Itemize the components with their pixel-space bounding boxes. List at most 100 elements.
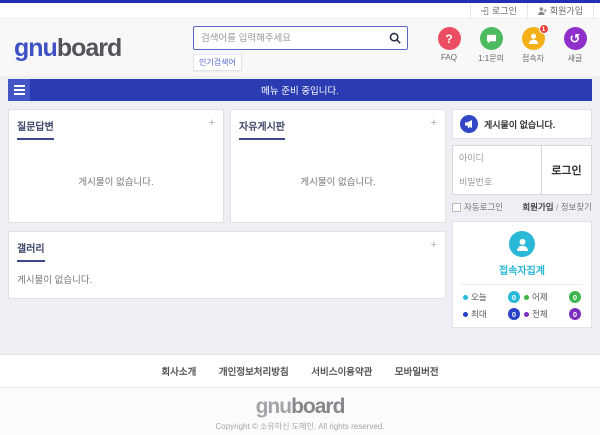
today-label: 오늘 bbox=[471, 291, 487, 303]
auto-login-checkbox[interactable] bbox=[452, 203, 461, 212]
footer-logo: gnuboard bbox=[0, 395, 600, 419]
search-area: 인기검색어 bbox=[193, 26, 408, 71]
site-logo[interactable]: gnuboard bbox=[14, 34, 121, 63]
header: gnuboard 인기검색어 ? FAQ 1:1문의 1 접속자 bbox=[0, 19, 600, 76]
quick-menu: ? FAQ 1:1문의 1 접속자 ↺ 새글 bbox=[432, 27, 592, 64]
qna-more-button[interactable]: + bbox=[209, 118, 215, 128]
total-label: 전체 bbox=[532, 308, 548, 320]
megaphone-icon bbox=[460, 115, 478, 133]
chat-bubble-icon bbox=[480, 27, 503, 50]
total-value: 0 bbox=[569, 308, 581, 320]
login-button[interactable]: 로그인 bbox=[541, 146, 591, 194]
max-value: 0 bbox=[508, 308, 520, 320]
signup-link[interactable]: 회원가입 bbox=[527, 3, 594, 18]
copyright-text: Copyright © 소유하신 도메인. All rights reserve… bbox=[0, 421, 600, 432]
visitor-stats-grid: 오늘 0 어제 0 최대 0 전체 0 bbox=[453, 291, 591, 320]
faq-icon: ? bbox=[438, 27, 461, 50]
auto-login-label: 자동로그인 bbox=[464, 201, 503, 213]
chat-bubble-glyph bbox=[486, 34, 497, 44]
person-glyph bbox=[528, 33, 539, 44]
stat-yesterday: 어제 0 bbox=[522, 291, 583, 303]
quick-faq[interactable]: ? FAQ bbox=[432, 27, 466, 64]
left-column: 질문답변 + 게시물이 없습니다. 자유게시판 + 게시물이 없습니다. 갤러리 bbox=[8, 109, 446, 299]
footer-links-bar: 회사소개 개인정보처리방침 서비스이용약관 모바일버전 bbox=[0, 354, 600, 388]
free-board-title[interactable]: 자유게시판 bbox=[239, 118, 285, 140]
free-board-empty-text: 게시물이 없습니다. bbox=[231, 140, 445, 222]
today-dot bbox=[463, 295, 468, 300]
sign-in-icon bbox=[481, 7, 489, 15]
qna-title[interactable]: 질문답변 bbox=[17, 118, 54, 140]
quick-inquiry-label: 1:1문의 bbox=[478, 53, 504, 64]
popular-keywords-button[interactable]: 인기검색어 bbox=[193, 54, 242, 71]
notice-box[interactable]: 게시물이 없습니다. bbox=[452, 109, 592, 139]
gallery-more-button[interactable]: + bbox=[431, 240, 437, 250]
today-value: 0 bbox=[508, 291, 520, 303]
menubar-message: 메뉴 준비 중입니다. bbox=[261, 83, 339, 97]
board-widgets-row: 질문답변 + 게시물이 없습니다. 자유게시판 + 게시물이 없습니다. bbox=[8, 109, 446, 223]
find-info-link[interactable]: 정보찾기 bbox=[561, 202, 592, 212]
yesterday-value: 0 bbox=[569, 291, 581, 303]
visitor-stats-title: 접속자집계 bbox=[453, 262, 591, 277]
quick-new-posts-label: 새글 bbox=[568, 53, 583, 64]
qna-empty-text: 게시물이 없습니다. bbox=[9, 140, 223, 222]
login-options-row: 자동로그인 회원가입 / 정보찾기 bbox=[452, 201, 592, 213]
quick-faq-label: FAQ bbox=[441, 53, 457, 62]
search-icon bbox=[389, 32, 401, 44]
stat-total: 전체 0 bbox=[522, 308, 583, 320]
auto-login-checkbox-row[interactable]: 자동로그인 bbox=[452, 201, 503, 213]
free-board-more-button[interactable]: + bbox=[431, 118, 437, 128]
max-label: 최대 bbox=[471, 308, 487, 320]
footer-logo-suffix: board bbox=[291, 395, 344, 418]
widget-qna: 질문답변 + 게시물이 없습니다. bbox=[8, 109, 224, 223]
login-form: 로그인 bbox=[452, 145, 592, 195]
footer-link-privacy[interactable]: 개인정보처리방침 bbox=[219, 367, 289, 378]
member-links: 회원가입 / 정보찾기 bbox=[522, 201, 592, 213]
sidebar: 게시물이 없습니다. 로그인 자동로그인 회원가입 / 정보찾기 bbox=[452, 109, 592, 328]
new-posts-glyph: ↺ bbox=[570, 31, 581, 47]
main-menubar: 메뉴 준비 중입니다. bbox=[8, 79, 592, 101]
login-password-field[interactable] bbox=[453, 170, 541, 194]
content: 질문답변 + 게시물이 없습니다. 자유게시판 + 게시물이 없습니다. 갤러리 bbox=[0, 101, 600, 336]
gallery-title[interactable]: 갤러리 bbox=[17, 240, 45, 262]
footer: gnuboard Copyright © 소유하신 도메인. All right… bbox=[0, 388, 600, 435]
login-link[interactable]: 로그인 bbox=[470, 3, 527, 18]
widget-gallery: 갤러리 + 게시물이 없습니다. bbox=[8, 231, 446, 299]
links-separator: / bbox=[556, 202, 558, 212]
signup-label: 회원가입 bbox=[550, 4, 583, 17]
login-label: 로그인 bbox=[492, 4, 517, 17]
widget-free-board: 자유게시판 + 게시물이 없습니다. bbox=[230, 109, 446, 223]
history-arrow-icon: ↺ bbox=[564, 27, 587, 50]
person-glyph bbox=[516, 238, 529, 251]
signup-link-small[interactable]: 회원가입 bbox=[522, 202, 553, 212]
visitor-stats-box: 접속자집계 오늘 0 어제 0 최대 0 bbox=[452, 221, 592, 328]
quick-inquiry[interactable]: 1:1문의 bbox=[474, 27, 508, 64]
quick-visitors[interactable]: 1 접속자 bbox=[516, 27, 550, 64]
user-plus-icon bbox=[538, 7, 547, 15]
visitor-icon: 1 bbox=[522, 27, 545, 50]
notice-text: 게시물이 없습니다. bbox=[484, 118, 555, 131]
footer-link-mobile[interactable]: 모바일버전 bbox=[395, 367, 439, 378]
logo-suffix: board bbox=[57, 34, 121, 62]
yesterday-label: 어제 bbox=[532, 291, 548, 303]
topbar: 로그인 회원가입 bbox=[0, 3, 600, 19]
quick-new-posts[interactable]: ↺ 새글 bbox=[558, 27, 592, 64]
faq-glyph: ? bbox=[445, 32, 452, 46]
divider bbox=[461, 284, 583, 285]
stat-today: 오늘 0 bbox=[461, 291, 522, 303]
footer-link-terms[interactable]: 서비스이용약관 bbox=[311, 367, 372, 378]
search-box bbox=[193, 26, 408, 50]
visitor-count-badge: 1 bbox=[539, 24, 549, 34]
visitor-stats-icon bbox=[509, 231, 535, 257]
total-dot bbox=[524, 312, 529, 317]
footer-link-company[interactable]: 회사소개 bbox=[161, 367, 196, 378]
footer-logo-prefix: gnu bbox=[256, 395, 291, 418]
max-dot bbox=[463, 312, 468, 317]
quick-visitors-label: 접속자 bbox=[522, 53, 544, 64]
search-input[interactable] bbox=[194, 33, 383, 44]
spacer bbox=[0, 336, 600, 354]
login-id-field[interactable] bbox=[453, 146, 541, 170]
main-area: 메뉴 준비 중입니다. 질문답변 + 게시물이 없습니다. 자유게시판 + 게시… bbox=[0, 76, 600, 354]
gallery-empty-text: 게시물이 없습니다. bbox=[9, 262, 445, 298]
search-button[interactable] bbox=[383, 27, 407, 49]
hamburger-menu-button[interactable] bbox=[8, 79, 30, 101]
